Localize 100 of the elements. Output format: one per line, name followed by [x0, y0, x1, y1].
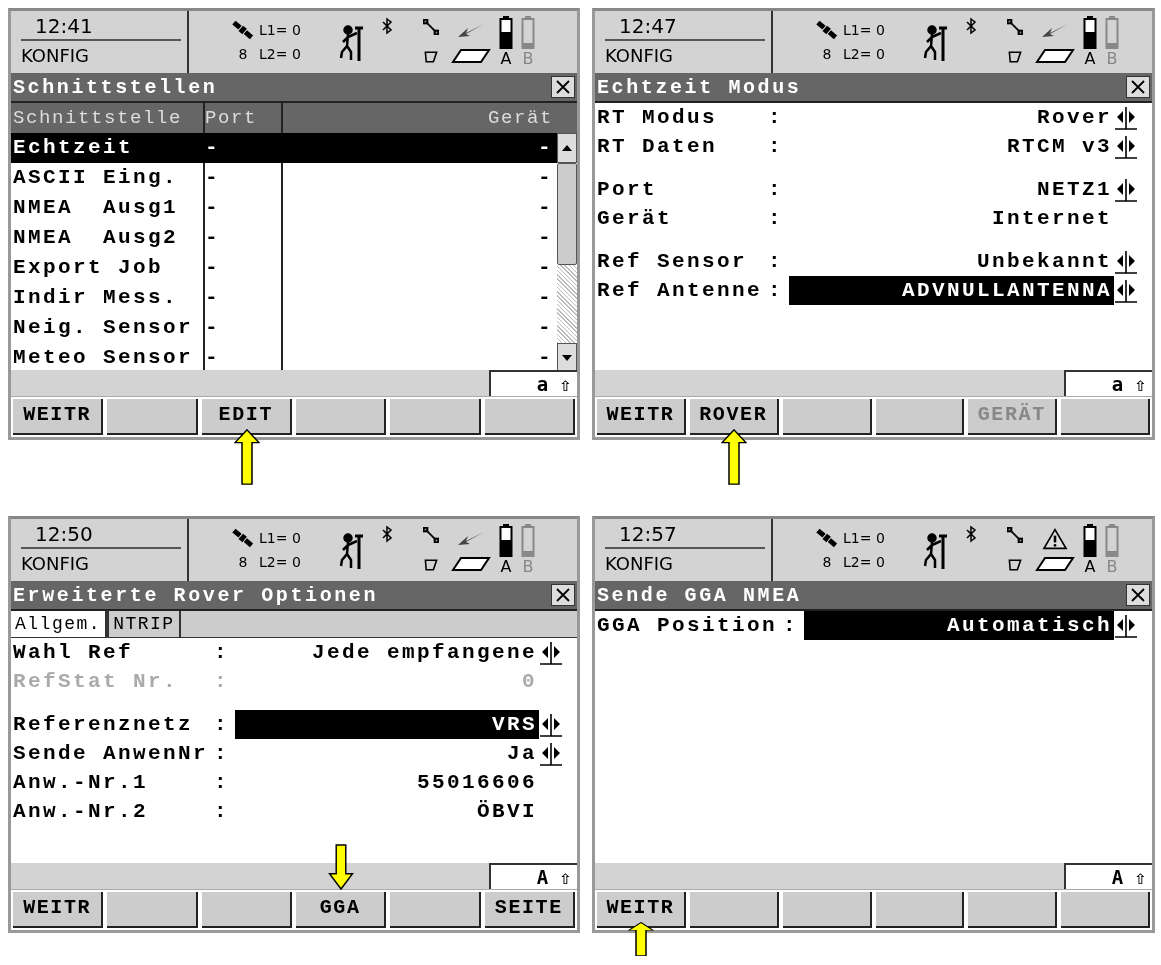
- field-label: Referenznetz: [13, 712, 195, 738]
- polygon-icon: [1007, 49, 1023, 65]
- battery-label: B: [522, 558, 534, 576]
- colon: :: [213, 770, 231, 796]
- satellite-count: 8: [821, 553, 833, 572]
- mode-label: KONFIG: [605, 44, 675, 68]
- close-button[interactable]: [1126, 584, 1150, 606]
- choice-arrows-icon[interactable]: [1114, 133, 1138, 160]
- empty-softkey[interactable]: [390, 892, 481, 928]
- table-cell: -: [203, 253, 281, 283]
- field-value[interactable]: Ja: [235, 739, 539, 768]
- colon: :: [767, 105, 785, 131]
- field-value[interactable]: ÖBVI: [235, 797, 539, 826]
- close-icon: [554, 79, 572, 95]
- softkey-button[interactable]: ROVER: [689, 399, 779, 435]
- bluetooth-icon: [381, 525, 393, 543]
- battery-icon: [1105, 16, 1119, 50]
- softkey-button[interactable]: WEITR: [13, 399, 104, 435]
- softkey-button[interactable]: SEITE: [484, 892, 575, 928]
- screen-title: Schnittstellen: [13, 75, 218, 99]
- l2-count: L2= 0: [259, 45, 302, 64]
- close-button[interactable]: [551, 76, 575, 98]
- choice-arrows-icon[interactable]: [1114, 277, 1138, 304]
- table-cell-text: Indir Mess.: [12, 285, 180, 311]
- clock-time: 12:57: [605, 521, 765, 549]
- empty-softkey[interactable]: [782, 399, 872, 435]
- polygon-icon: [423, 557, 439, 573]
- field-value[interactable]: Automatisch: [804, 611, 1114, 640]
- scrollbar[interactable]: [557, 133, 577, 370]
- empty-softkey[interactable]: [875, 892, 965, 928]
- colon: :: [213, 669, 231, 695]
- softkey-button[interactable]: GGA: [296, 892, 387, 928]
- field-label: Wahl Ref: [13, 640, 135, 666]
- scrollbar-thumb[interactable]: [557, 163, 577, 265]
- satellite-count: 8: [821, 45, 833, 64]
- field-label: RT Daten: [597, 134, 719, 160]
- choice-arrows-icon[interactable]: [1114, 248, 1138, 275]
- choice-arrows-icon[interactable]: [539, 639, 563, 666]
- field-label: RefStat Nr.: [13, 669, 180, 695]
- choice-arrows-icon[interactable]: [539, 740, 563, 767]
- empty-softkey[interactable]: [201, 892, 292, 928]
- softkey-button[interactable]: EDIT: [201, 399, 292, 435]
- field-value[interactable]: NETZ1: [789, 175, 1114, 204]
- tab[interactable]: NTRIP: [107, 611, 181, 637]
- bluetooth-icon: [965, 17, 977, 35]
- satellite-icon: [229, 19, 255, 41]
- field-value[interactable]: RTCM v3: [789, 132, 1114, 161]
- screen-title: Sende GGA NMEA: [597, 583, 802, 607]
- input-mode-indicator: a ⇧: [489, 370, 577, 396]
- field-value[interactable]: Jede empfangene: [235, 638, 539, 667]
- softkey-button[interactable]: WEITR: [597, 399, 686, 435]
- empty-softkey[interactable]: [107, 399, 198, 435]
- l1-count: L1= 0: [843, 21, 886, 40]
- softkey-button[interactable]: WEITR: [597, 892, 686, 928]
- empty-softkey[interactable]: [1061, 399, 1150, 435]
- table-cell: -: [203, 133, 281, 163]
- field-value[interactable]: VRS: [235, 710, 539, 739]
- l1-count: L1= 0: [259, 529, 302, 548]
- choice-arrows-icon[interactable]: [1114, 176, 1138, 203]
- field-value[interactable]: Unbekannt: [789, 247, 1114, 276]
- field-label: Ref Antenne: [597, 278, 763, 304]
- colon: :: [213, 712, 231, 738]
- empty-softkey[interactable]: [968, 892, 1058, 928]
- table-cell-text: ASCII Eing.: [12, 165, 180, 191]
- clock-time: 12:50: [21, 521, 181, 549]
- battery-label: B: [1106, 50, 1118, 68]
- scroll-up-button[interactable]: [557, 133, 577, 163]
- close-button[interactable]: [551, 584, 575, 606]
- choice-arrows-icon[interactable]: [539, 711, 563, 738]
- close-button[interactable]: [1126, 76, 1150, 98]
- table-row[interactable]: Echtzeit - -: [11, 133, 557, 163]
- input-mode-indicator: a ⇧: [1064, 370, 1152, 396]
- battery-icon: [521, 16, 535, 50]
- scroll-down-button[interactable]: [557, 343, 577, 370]
- empty-softkey[interactable]: [296, 399, 387, 435]
- empty-softkey[interactable]: [875, 399, 965, 435]
- field-value[interactable]: 55016606: [235, 768, 539, 797]
- l1-count: L1= 0: [843, 529, 886, 548]
- close-icon: [1129, 587, 1147, 603]
- tab[interactable]: Allgem.: [11, 611, 108, 637]
- field-value[interactable]: ADVNULLANTENNA: [789, 276, 1114, 305]
- battery-icon: [1083, 16, 1097, 50]
- battery-icon: [1083, 524, 1097, 558]
- empty-softkey[interactable]: [1061, 892, 1150, 928]
- empty-softkey[interactable]: [689, 892, 779, 928]
- softkey-button[interactable]: WEITR: [13, 892, 104, 928]
- field-value[interactable]: Internet: [789, 204, 1114, 233]
- line-icon: [1007, 19, 1023, 35]
- field-value[interactable]: Rover: [789, 103, 1114, 132]
- choice-arrows-icon[interactable]: [1114, 612, 1138, 639]
- empty-softkey[interactable]: [782, 892, 872, 928]
- empty-softkey[interactable]: [484, 399, 575, 435]
- field-label: Anw.-Nr.1: [13, 770, 150, 796]
- screen-title: Echtzeit Modus: [597, 75, 802, 99]
- choice-arrows-icon[interactable]: [1114, 104, 1138, 131]
- empty-softkey[interactable]: [390, 399, 481, 435]
- clock-time: 12:47: [605, 13, 765, 41]
- empty-softkey[interactable]: [107, 892, 198, 928]
- colon: :: [767, 278, 785, 304]
- satellite-count: 8: [237, 45, 249, 64]
